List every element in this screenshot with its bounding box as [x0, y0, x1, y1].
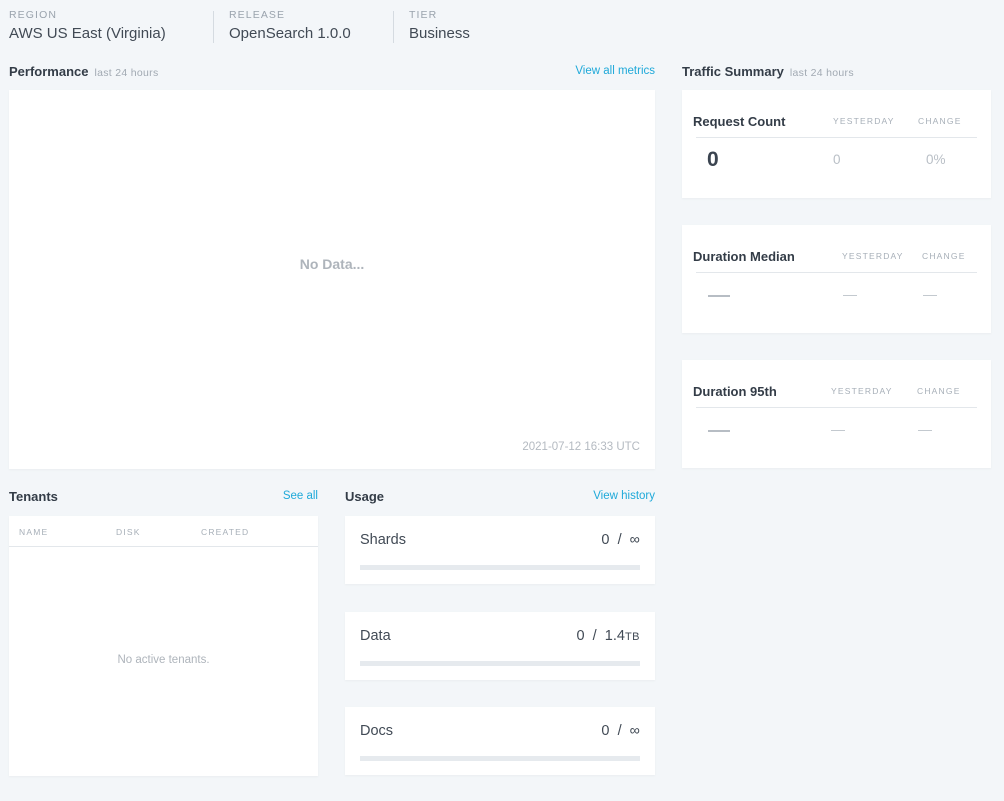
- request-count-title: Request Count: [693, 114, 786, 129]
- usage-value: 0 / ∞: [601, 723, 640, 739]
- performance-chart-panel: No Data... 2021-07-12 16:33 UTC: [9, 90, 655, 469]
- traffic-summary-subtitle: last 24 hours: [789, 67, 854, 79]
- region-label: REGION: [9, 9, 58, 21]
- usage-limit: ∞: [629, 723, 640, 739]
- release-value: OpenSearch 1.0.0: [229, 25, 351, 42]
- performance-empty-state: No Data...: [299, 256, 365, 272]
- request-count-card: Request Count YESTERDAY CHANGE 0 0 0%: [682, 90, 991, 198]
- tenants-title: Tenants: [9, 489, 58, 504]
- performance-subtitle: last 24 hours: [94, 67, 159, 79]
- request-count-change: 0%: [926, 152, 946, 167]
- change-column-label: CHANGE: [918, 116, 962, 126]
- usage-separator: /: [617, 532, 622, 548]
- tenants-column-disk[interactable]: DISK: [116, 527, 141, 537]
- usage-used: 0: [601, 723, 610, 739]
- usage-progress-bar: [360, 565, 640, 570]
- tenants-table: NAME DISK CREATED No active tenants.: [9, 516, 318, 776]
- usage-card-shards: Shards 0 / ∞: [345, 516, 655, 584]
- yesterday-column-label: YESTERDAY: [833, 116, 895, 126]
- performance-timestamp: 2021-07-12 16:33 UTC: [522, 441, 640, 453]
- tenants-column-name[interactable]: NAME: [19, 527, 48, 537]
- usage-name: Shards: [360, 532, 406, 548]
- usage-name: Docs: [360, 723, 394, 739]
- usage-limit: ∞: [629, 532, 640, 548]
- request-count-yesterday: 0: [833, 152, 841, 167]
- view-all-metrics-link[interactable]: View all metrics: [575, 63, 655, 79]
- duration-median-change-dash: [923, 295, 937, 296]
- usage-name: Data: [360, 628, 391, 644]
- usage-used: 0: [601, 532, 610, 548]
- change-column-label: CHANGE: [917, 386, 961, 396]
- request-count-value: 0: [707, 148, 719, 171]
- yesterday-column-label: YESTERDAY: [842, 251, 904, 261]
- yesterday-column-label: YESTERDAY: [831, 386, 893, 396]
- usage-value: 0 / ∞: [601, 532, 640, 548]
- usage-title: Usage: [345, 489, 385, 504]
- duration-95th-yesterday-dash: [831, 430, 845, 431]
- duration-median-yesterday-dash: [843, 295, 857, 296]
- duration-95th-value-dash: [708, 430, 730, 432]
- usage-progress-bar: [360, 756, 640, 761]
- usage-unit: TB: [624, 631, 640, 643]
- duration-95th-title: Duration 95th: [693, 384, 777, 399]
- tenants-empty-state: No active tenants.: [117, 654, 210, 666]
- usage-card-data: Data 0 / 1.4TB: [345, 612, 655, 680]
- traffic-summary-title: Traffic Summary: [682, 64, 784, 79]
- duration-median-card: Duration Median YESTERDAY CHANGE: [682, 225, 991, 333]
- tenants-column-created[interactable]: CREATED: [201, 527, 249, 537]
- duration-median-title: Duration Median: [693, 249, 795, 264]
- change-column-label: CHANGE: [922, 251, 966, 261]
- usage-used: 0: [576, 628, 585, 644]
- meta-divider: [393, 11, 394, 43]
- performance-title: Performance: [9, 64, 89, 79]
- see-all-tenants-link[interactable]: See all: [283, 488, 318, 504]
- duration-95th-change-dash: [918, 430, 932, 431]
- usage-progress-bar: [360, 661, 640, 666]
- tenants-table-header: NAME DISK CREATED: [9, 516, 318, 547]
- usage-separator: /: [592, 628, 597, 644]
- traffic-summary-header: Traffic Summary last 24 hours: [682, 64, 854, 81]
- usage-value: 0 / 1.4TB: [577, 628, 640, 644]
- usage-limit: 1.4: [604, 628, 625, 644]
- meta-divider: [213, 11, 214, 43]
- tier-value: Business: [409, 25, 470, 42]
- usage-separator: /: [617, 723, 622, 739]
- usage-card-docs: Docs 0 / ∞: [345, 707, 655, 775]
- tier-label: TIER: [409, 9, 438, 21]
- duration-95th-card: Duration 95th YESTERDAY CHANGE: [682, 360, 991, 468]
- view-history-link[interactable]: View history: [593, 488, 655, 504]
- region-info: REGION AWS US East (Virginia): [9, 9, 166, 43]
- release-info: RELEASE OpenSearch 1.0.0: [229, 9, 351, 43]
- performance-header: Performance last 24 hours: [9, 64, 159, 81]
- region-value: AWS US East (Virginia): [9, 25, 166, 42]
- tier-info: TIER Business: [409, 9, 470, 43]
- release-label: RELEASE: [229, 9, 286, 21]
- duration-median-value-dash: [708, 295, 730, 297]
